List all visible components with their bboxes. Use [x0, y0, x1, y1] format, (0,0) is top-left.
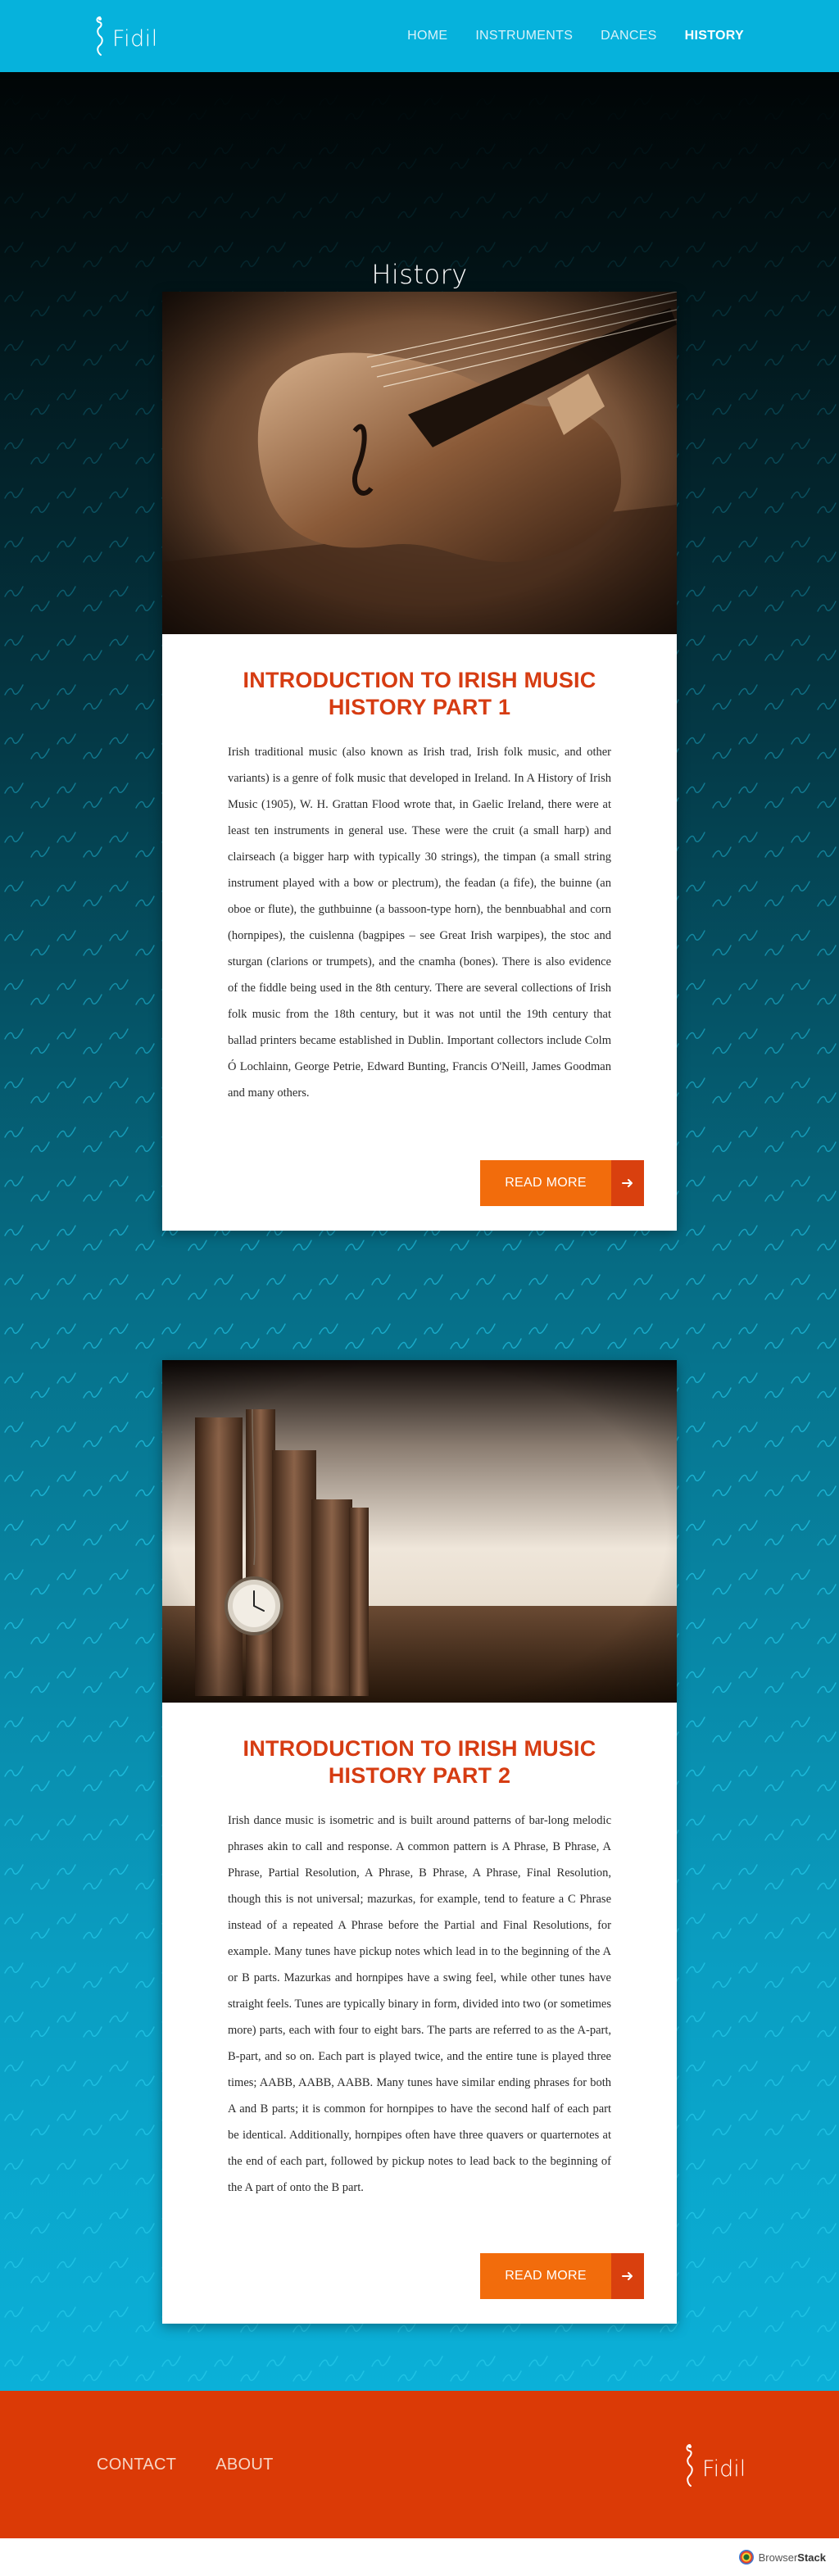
browserstack-logo-icon — [738, 2550, 754, 2565]
nav-instruments[interactable]: INSTRUMENTS — [475, 29, 573, 43]
arrow-right-icon — [611, 1160, 644, 1206]
footer-brand-name: Fidil — [702, 2456, 746, 2482]
read-more-label: READ MORE — [480, 1160, 611, 1206]
nav-history[interactable]: HISTORY — [685, 29, 744, 43]
brand-name: Fidil — [112, 25, 158, 52]
article-card-2: INTRODUCTION TO IRISH MUSIC HISTORY PART… — [162, 1360, 677, 2324]
article-body-2: Irish dance music is isometric and is bu… — [228, 1814, 611, 2194]
footer-link-contact[interactable]: CONTACT — [97, 2456, 176, 2474]
page-title: History — [371, 259, 468, 290]
fiddle-scroll-icon — [96, 16, 103, 56]
footer-logo[interactable]: Fidil — [682, 2440, 746, 2491]
header-logo[interactable]: Fidil — [92, 13, 158, 59]
nav-home[interactable]: HOME — [407, 29, 447, 43]
fiddle-scroll-icon — [686, 2444, 693, 2487]
article-body-1: Irish traditional music (also known as I… — [228, 746, 611, 1100]
article-card-1: INTRODUCTION TO IRISH MUSIC HISTORY PART… — [162, 292, 677, 1231]
arrow-right-icon — [611, 2253, 644, 2299]
site-footer: CONTACT ABOUT Fidil — [0, 2391, 839, 2538]
main-content: History INTRODUCTION TO IRISH MUSIC HIST… — [0, 72, 839, 2391]
browserstack-badge: BrowserStack — [738, 2550, 826, 2565]
footer-link-about[interactable]: ABOUT — [215, 2456, 273, 2474]
footer-nav: CONTACT ABOUT — [97, 2391, 274, 2538]
browserstack-text: BrowserStack — [758, 2551, 826, 2564]
main-nav: HOME INSTRUMENTS DANCES HISTORY — [407, 0, 744, 72]
bottom-strip: BrowserStack — [0, 2538, 839, 2576]
article-title-2: INTRODUCTION TO IRISH MUSIC HISTORY PART… — [243, 1736, 596, 1788]
old-books-pocket-watch-photo — [162, 1360, 677, 1703]
violin-photo — [162, 292, 677, 634]
site-header: Fidil HOME INSTRUMENTS DANCES HISTORY — [0, 0, 839, 72]
article-title-1: INTRODUCTION TO IRISH MUSIC HISTORY PART… — [243, 668, 596, 719]
nav-dances[interactable]: DANCES — [601, 29, 656, 43]
read-more-button-2[interactable]: READ MORE — [480, 2253, 644, 2299]
read-more-label: READ MORE — [480, 2253, 611, 2299]
read-more-button-1[interactable]: READ MORE — [480, 1160, 644, 1206]
